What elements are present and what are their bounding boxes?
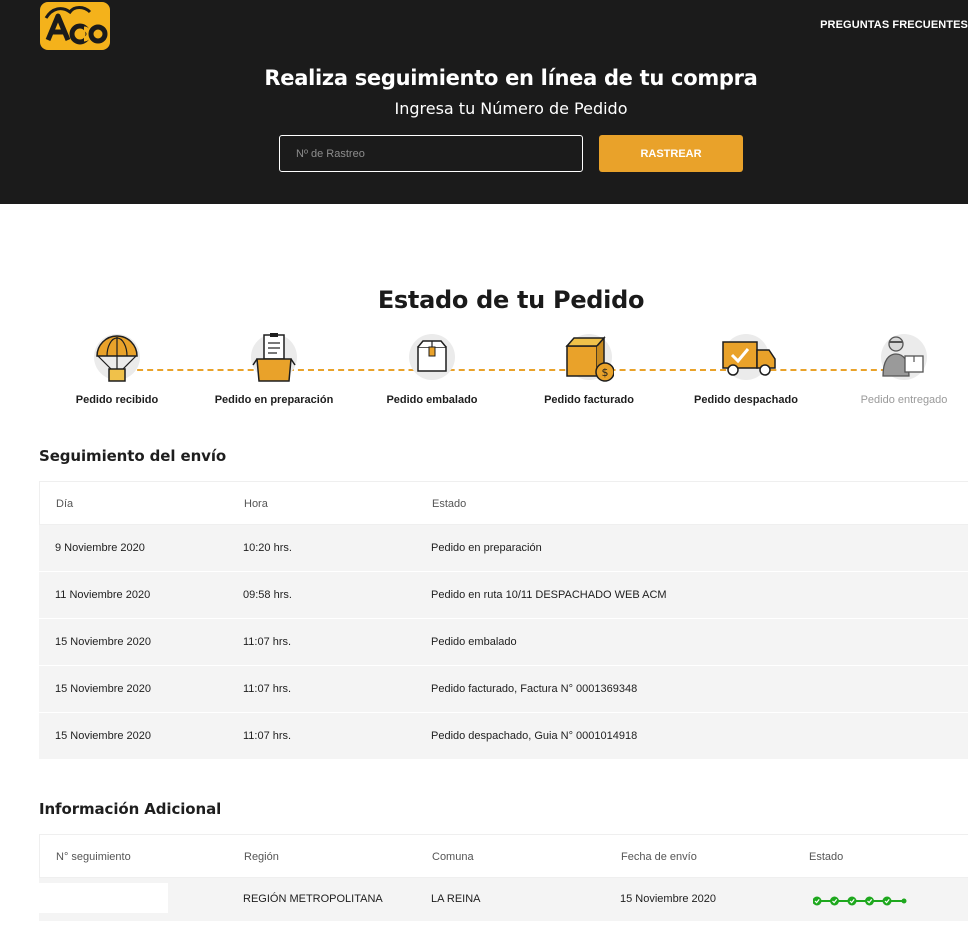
truck-check-icon (722, 334, 776, 380)
column-header: Estado (432, 498, 467, 510)
cell-status: Pedido embalado (431, 636, 517, 648)
column-header: Comuna (432, 851, 474, 863)
cell-status: Pedido en preparación (431, 542, 542, 554)
tracking-section-title: Seguimiento del envío (39, 447, 227, 465)
clipboard-box-icon (251, 333, 297, 382)
progress-dot-4 (865, 896, 874, 906)
step-packed: Pedido embalado (352, 334, 512, 406)
track-button[interactable]: RASTREAR (599, 135, 743, 172)
order-progress-indicator (813, 896, 907, 906)
cell-status: Pedido en ruta 10/11 DESPACHADO WEB ACM (431, 589, 667, 601)
tracking-number-input[interactable] (279, 135, 583, 172)
cell-day: 15 Noviembre 2020 (55, 683, 152, 695)
cell-status: Pedido despachado, Guia N° 0001014918 (431, 730, 638, 742)
progress-dot-3 (847, 896, 857, 906)
box-coins-icon: $ (565, 334, 614, 382)
cell-time: 11:07 hrs. (243, 730, 292, 742)
cell-day: 15 Noviembre 2020 (55, 730, 152, 742)
cell-status: Pedido facturado, Factura N° 0001369348 (431, 683, 638, 695)
progress-dot-1 (813, 896, 822, 906)
step-label: Pedido embalado (386, 394, 478, 406)
column-header: Estado (809, 851, 844, 863)
cell-region: REGIÓN METROPOLITANA (243, 893, 383, 905)
hero-title: Realiza seguimiento en línea de tu compr… (264, 66, 758, 90)
step-dispatched: Pedido despachado (666, 334, 826, 406)
cell-tracking-number (39, 883, 168, 913)
table-row: 15 Noviembre 2020 11:07 hrs. Pedido fact… (39, 666, 968, 713)
step-preparation: Pedido en preparación (194, 333, 354, 406)
logo[interactable] (40, 2, 110, 50)
cell-time: 11:07 hrs. (243, 683, 292, 695)
cell-day: 11 Noviembre 2020 (55, 589, 151, 601)
logo-mark-icon (44, 6, 108, 45)
step-invoiced: $ Pedido facturado (509, 334, 669, 406)
step-received: Pedido recibido (37, 334, 197, 406)
header: PREGUNTAS FRECUENTES Realiza seguimiento… (0, 0, 968, 204)
table-header: Día Hora Estado (39, 481, 968, 525)
progress-dot-5 (882, 896, 892, 906)
step-label: Pedido recibido (75, 394, 159, 406)
delivery-person-icon (881, 334, 927, 380)
info-section-title: Información Adicional (39, 800, 222, 818)
cell-day: 9 Noviembre 2020 (55, 542, 145, 554)
step-label: Pedido entregado (860, 394, 948, 406)
cell-time: 09:58 hrs. (243, 589, 292, 601)
column-header: Hora (244, 498, 268, 510)
step-label: Pedido en preparación (214, 394, 334, 406)
column-header: Fecha de envío (621, 851, 697, 863)
step-delivered: Pedido entregado (824, 334, 968, 406)
step-label: Pedido facturado (544, 394, 634, 406)
svg-text:$: $ (602, 366, 609, 379)
table-row: 15 Noviembre 2020 11:07 hrs. Pedido desp… (39, 713, 968, 760)
status-title: Estado de tu Pedido (377, 286, 645, 314)
table-header: N° seguimiento Región Comuna Fecha de en… (39, 834, 968, 878)
step-label: Pedido despachado (694, 394, 798, 406)
parachute-box-icon (94, 334, 140, 382)
table-row: 9 Noviembre 2020 10:20 hrs. Pedido en pr… (39, 525, 968, 572)
cell-comuna: LA REINA (431, 893, 481, 905)
progress-dot-2 (830, 896, 839, 906)
cell-day: 15 Noviembre 2020 (55, 636, 152, 648)
cell-time: 11:07 hrs. (243, 636, 292, 648)
table-row: 15 Noviembre 2020 11:07 hrs. Pedido emba… (39, 619, 968, 666)
box-icon (409, 334, 455, 380)
table-row: REGIÓN METROPOLITANA LA REINA 15 Noviemb… (39, 878, 968, 921)
cell-date: 15 Noviembre 2020 (620, 893, 717, 905)
column-header: Región (244, 851, 279, 863)
nav-faq-link[interactable]: PREGUNTAS FRECUENTES (820, 19, 968, 31)
tracking-table: Día Hora Estado 9 Noviembre 2020 10:20 h… (39, 481, 968, 760)
table-row: 11 Noviembre 2020 09:58 hrs. Pedido en r… (39, 572, 968, 619)
info-table: N° seguimiento Región Comuna Fecha de en… (39, 834, 968, 921)
column-header: Día (56, 498, 74, 510)
hero-subtitle: Ingresa tu Número de Pedido (394, 99, 628, 118)
cell-time: 10:20 hrs. (243, 542, 292, 554)
column-header: N° seguimiento (56, 851, 131, 863)
progress-dot-6 (901, 898, 907, 904)
